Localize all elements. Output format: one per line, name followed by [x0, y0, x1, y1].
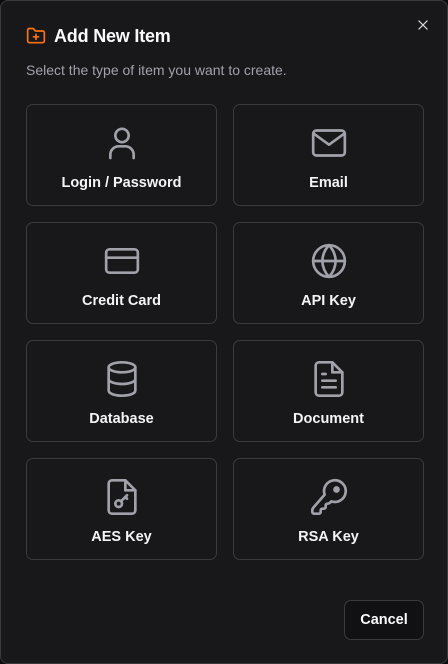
database-icon: [102, 359, 142, 399]
cancel-button[interactable]: Cancel: [344, 600, 424, 640]
dialog-subtitle: Select the type of item you want to crea…: [26, 62, 287, 78]
item-card-label: Database: [89, 411, 154, 427]
mail-icon: [309, 123, 349, 163]
key-icon: [309, 477, 349, 517]
item-card-rsa-key[interactable]: RSA Key: [233, 458, 424, 560]
dialog-header: Add New Item Select the type of item you…: [26, 25, 427, 79]
document-icon: [309, 359, 349, 399]
item-card-document[interactable]: Document: [233, 340, 424, 442]
item-card-aes-key[interactable]: AES Key: [26, 458, 217, 560]
dialog-title: Add New Item: [54, 25, 171, 46]
add-item-dialog: Add New Item Select the type of item you…: [0, 0, 448, 664]
item-card-label: Document: [293, 411, 364, 427]
item-card-label: Credit Card: [82, 293, 161, 309]
close-button[interactable]: [413, 15, 433, 35]
item-card-login-password[interactable]: Login / Password: [26, 104, 217, 206]
item-type-grid: Login / Password Email Credit Card API K…: [26, 104, 424, 560]
file-key-icon: [102, 477, 142, 517]
user-icon: [102, 123, 142, 163]
item-card-label: RSA Key: [298, 529, 359, 545]
item-card-database[interactable]: Database: [26, 340, 217, 442]
credit-card-icon: [102, 241, 142, 281]
item-card-label: API Key: [301, 293, 356, 309]
item-card-api-key[interactable]: API Key: [233, 222, 424, 324]
folder-plus-icon: [26, 26, 46, 46]
item-card-label: Email: [309, 175, 348, 191]
close-icon: [416, 18, 430, 32]
item-card-credit-card[interactable]: Credit Card: [26, 222, 217, 324]
item-card-label: Login / Password: [61, 175, 182, 191]
globe-icon: [309, 241, 349, 281]
item-card-email[interactable]: Email: [233, 104, 424, 206]
title-row: Add New Item: [26, 25, 427, 47]
item-card-label: AES Key: [91, 529, 152, 545]
